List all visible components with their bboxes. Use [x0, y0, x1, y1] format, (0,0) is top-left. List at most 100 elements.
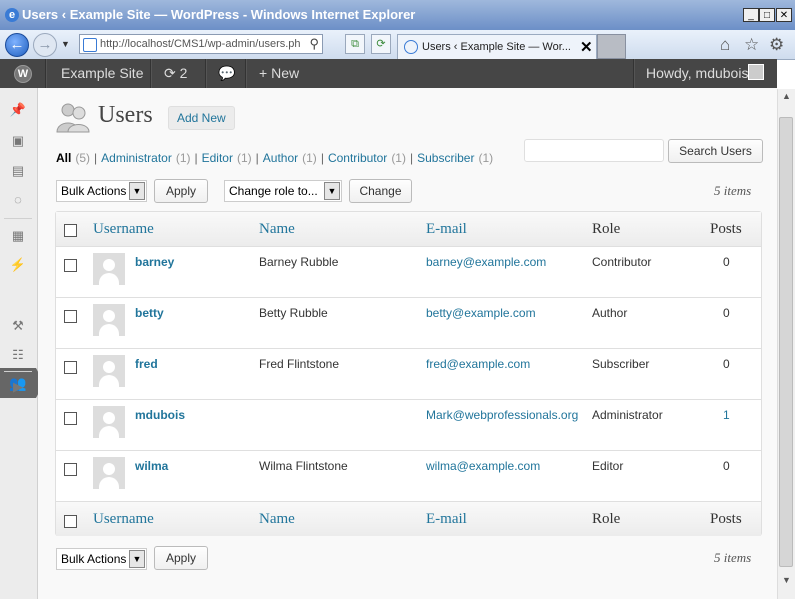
- address-url[interactable]: http://localhost/CMS1/wp-admin/users.ph: [100, 38, 300, 50]
- back-arrow-icon: ←: [9, 36, 25, 53]
- filter-administrator[interactable]: Administrator: [101, 151, 172, 165]
- avatar[interactable]: [748, 64, 764, 80]
- pages-icon[interactable]: ▤: [9, 163, 27, 179]
- column-email-footer[interactable]: E-mail: [426, 511, 467, 528]
- site-name-link[interactable]: Example Site: [61, 59, 143, 88]
- select-all-checkbox-footer[interactable]: [64, 515, 77, 528]
- close-window-button[interactable]: ✕: [776, 8, 792, 22]
- appearance-icon[interactable]: ▦: [9, 228, 27, 244]
- filter-author[interactable]: Author: [263, 151, 298, 165]
- filter-editor[interactable]: Editor: [202, 151, 233, 165]
- page-title: Users: [98, 102, 153, 128]
- items-count-top: 5 items: [714, 183, 752, 198]
- column-username[interactable]: Username: [93, 221, 154, 238]
- row-checkbox[interactable]: [64, 463, 77, 476]
- tools-icon[interactable]: ⚒: [9, 318, 27, 334]
- gear-icon[interactable]: ⚙: [769, 35, 784, 55]
- column-name-footer[interactable]: Name: [259, 511, 295, 528]
- column-posts-footer: Posts: [710, 511, 742, 527]
- row-checkbox[interactable]: [64, 361, 77, 374]
- filter-subscriber[interactable]: Subscriber: [417, 151, 474, 165]
- page-icon: [83, 38, 97, 52]
- select-all-checkbox[interactable]: [64, 224, 77, 237]
- updates-link[interactable]: ⟳ 2: [164, 59, 187, 88]
- row-checkbox[interactable]: [64, 259, 77, 272]
- favorites-star-icon[interactable]: ☆: [744, 35, 759, 55]
- collapse-icon[interactable]: ▶: [9, 379, 27, 395]
- home-icon[interactable]: ⌂: [720, 35, 730, 55]
- change-role-button[interactable]: Change: [349, 179, 412, 203]
- recent-pages-dropdown[interactable]: ▼: [61, 39, 70, 49]
- address-bar[interactable]: http://localhost/CMS1/wp-admin/users.ph …: [79, 34, 323, 54]
- filter-count: (1): [391, 151, 406, 165]
- user-full-name: Fred Flintstone: [259, 357, 340, 371]
- plugins-icon[interactable]: ⚡: [9, 257, 27, 273]
- change-role-select[interactable]: Change role to... ▼: [224, 180, 342, 202]
- username-link[interactable]: mdubois: [135, 408, 185, 422]
- username-link[interactable]: wilma: [135, 459, 168, 473]
- media-icon[interactable]: ▣: [9, 133, 27, 149]
- window-title: Users ‹ Example Site — WordPress - Windo…: [22, 7, 416, 22]
- wordpress-logo-icon[interactable]: W: [14, 65, 32, 83]
- comment-icon[interactable]: ◌: [9, 192, 27, 208]
- vertical-scrollbar[interactable]: ▲ ▼: [777, 89, 795, 599]
- browser-tab[interactable]: Users ‹ Example Site — Wor... ✕: [397, 34, 597, 59]
- search-input[interactable]: [524, 139, 664, 162]
- user-email-link[interactable]: Mark@webprofessionals.org: [426, 408, 578, 422]
- filter-all[interactable]: All: [56, 151, 71, 165]
- change-role-value: Change role to...: [229, 184, 318, 198]
- minimize-button[interactable]: _: [743, 8, 759, 22]
- scroll-up-icon[interactable]: ▲: [782, 91, 791, 101]
- add-new-button[interactable]: Add New: [168, 106, 235, 130]
- window-title-bar: e Users ‹ Example Site — WordPress - Win…: [0, 0, 795, 30]
- apply-button-top[interactable]: Apply: [154, 179, 208, 203]
- chevron-down-icon: ▼: [129, 550, 145, 568]
- username-link[interactable]: betty: [135, 306, 164, 320]
- tab-close-button[interactable]: ✕: [580, 38, 593, 56]
- updates-icon: ⟳: [164, 65, 176, 81]
- user-email-link[interactable]: betty@example.com: [426, 306, 536, 320]
- new-content-link[interactable]: + New: [259, 59, 299, 88]
- maximize-button[interactable]: □: [759, 8, 775, 22]
- column-name[interactable]: Name: [259, 221, 295, 238]
- apply-button-bottom[interactable]: Apply: [154, 546, 208, 570]
- bulk-actions-select-bottom[interactable]: Bulk Actions ▼: [56, 548, 147, 570]
- compatibility-view-button[interactable]: ⧉: [345, 34, 365, 54]
- pin-icon[interactable]: 📌: [9, 102, 27, 118]
- username-link[interactable]: barney: [135, 255, 174, 269]
- scroll-down-icon[interactable]: ▼: [782, 575, 791, 585]
- user-email-link[interactable]: barney@example.com: [426, 255, 546, 269]
- filter-count: (1): [236, 151, 252, 165]
- username-link[interactable]: fred: [135, 357, 158, 371]
- comments-icon[interactable]: 💬: [218, 59, 235, 88]
- items-count-bottom: 5 items: [714, 550, 752, 565]
- filter-contributor[interactable]: Contributor: [328, 151, 387, 165]
- settings-icon[interactable]: ☷: [9, 347, 27, 363]
- account-greeting[interactable]: Howdy, mdubois: [646, 59, 748, 88]
- column-posts: Posts: [710, 221, 742, 237]
- user-email-link[interactable]: fred@example.com: [426, 357, 530, 371]
- users-table: Username Name E-mail Role Posts barney Ba…: [55, 211, 762, 536]
- row-checkbox[interactable]: [64, 412, 77, 425]
- users-icon: [56, 103, 90, 133]
- chevron-down-icon: ▼: [129, 182, 145, 200]
- forward-button[interactable]: →: [33, 33, 57, 57]
- column-role-footer: Role: [592, 511, 621, 527]
- user-email-link[interactable]: wilma@example.com: [426, 459, 540, 473]
- refresh-button[interactable]: ⟳: [371, 34, 391, 54]
- scrollbar-thumb[interactable]: [779, 117, 793, 567]
- row-checkbox[interactable]: [64, 310, 77, 323]
- new-tab-button[interactable]: [597, 34, 626, 59]
- column-email[interactable]: E-mail: [426, 221, 467, 238]
- column-username-footer[interactable]: Username: [93, 511, 154, 528]
- column-role: Role: [592, 221, 621, 237]
- user-role: Subscriber: [592, 357, 650, 371]
- bulk-actions-select-top[interactable]: Bulk Actions ▼: [56, 180, 147, 202]
- user-posts-count[interactable]: 1: [723, 408, 730, 422]
- role-filters: All (5) | Administrator (1) | Editor (1) | Author…: [56, 151, 493, 165]
- new-label: New: [271, 65, 300, 81]
- search-icon[interactable]: ⚲: [309, 36, 319, 52]
- search-users-button[interactable]: Search Users: [668, 139, 763, 163]
- admin-sidebar: 📌 ▣ ▤ ◌ ▦ ⚡ 👥 ⚒ ☷ ▶: [0, 88, 44, 599]
- back-button[interactable]: ←: [5, 33, 29, 57]
